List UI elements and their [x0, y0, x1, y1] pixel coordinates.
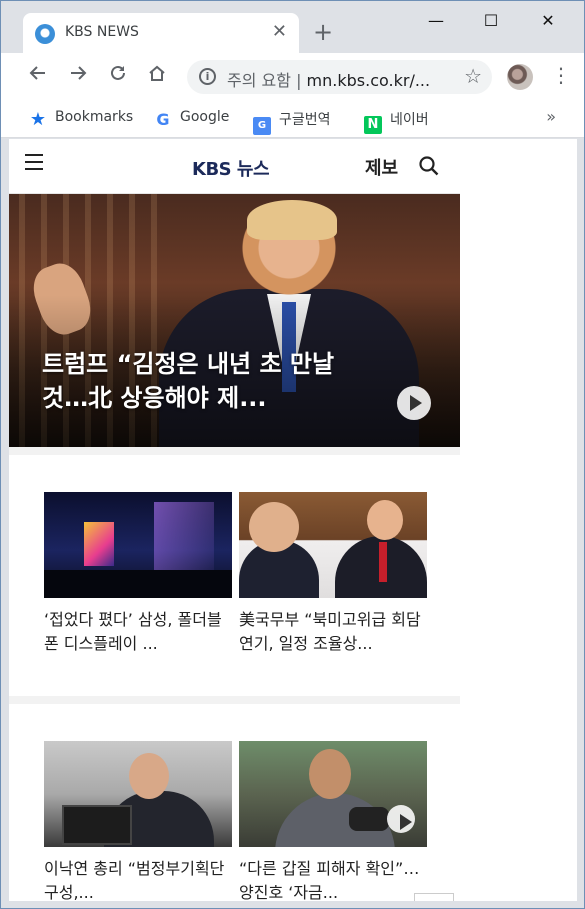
back-icon[interactable] — [25, 63, 51, 89]
thumbnail-detail — [309, 749, 351, 799]
window-close-icon[interactable]: ✕ — [528, 7, 568, 35]
kbs-news-logo[interactable]: KBS 뉴스 — [192, 155, 270, 181]
section-divider — [9, 696, 460, 704]
report-button[interactable]: 제보 — [365, 154, 398, 180]
thumbnail-detail — [129, 753, 169, 799]
page-viewport: KBS 뉴스 제보 트럼프 “김정은 내년 초 만날 것…北 상응해야 제... — [9, 139, 577, 901]
url-text: mn.kbs.co.kr/... — [306, 71, 431, 90]
logo-suffix: 뉴스 — [236, 159, 270, 180]
profile-avatar[interactable] — [507, 64, 533, 90]
google-translate-icon: G — [253, 117, 271, 135]
news-card-title[interactable]: ‘접었다 폈다’ 삼성, 폴더블폰 디스플레이 ... — [44, 608, 232, 656]
address-text[interactable]: 주의 요함 | mn.kbs.co.kr/... — [227, 67, 462, 91]
browser-window: KBS NEWS ✕ + — ☐ ✕ i 주의 요함 | mn.kbs.co.k… — [0, 0, 585, 909]
star-icon: ★ — [29, 109, 47, 130]
hamburger-menu-icon[interactable] — [25, 154, 43, 170]
google-icon: G — [156, 110, 170, 129]
bookmark-label: 네이버 — [390, 112, 429, 128]
bookmarks-bar: ★ Bookmarks G Google G 구글번역 N 네이버 » — [1, 100, 584, 138]
news-card[interactable]: 이낙연 총리 “범정부기획단 구성,... — [44, 741, 232, 901]
news-thumbnail[interactable] — [239, 741, 427, 847]
thumbnail-detail — [62, 805, 132, 845]
section-divider — [9, 447, 460, 455]
thumbnail-detail — [249, 502, 299, 552]
forward-icon[interactable] — [65, 63, 91, 89]
play-icon[interactable] — [387, 805, 415, 833]
home-icon[interactable] — [144, 63, 170, 89]
news-card-title[interactable]: 이낙연 총리 “범정부기획단 구성,... — [44, 857, 232, 901]
bookmarks-overflow-icon[interactable]: » — [546, 107, 556, 126]
news-thumbnail[interactable] — [239, 492, 427, 598]
thumbnail-detail — [44, 570, 232, 598]
bookmark-item-bookmarks[interactable]: ★ Bookmarks — [29, 109, 133, 129]
news-thumbnail[interactable] — [44, 492, 232, 598]
thumbnail-detail — [367, 500, 403, 540]
search-icon[interactable] — [419, 156, 439, 176]
url-separator: | — [296, 71, 302, 90]
title-bar: KBS NEWS ✕ + — ☐ ✕ — [1, 1, 584, 53]
address-bar[interactable]: i 주의 요함 | mn.kbs.co.kr/... ☆ — [187, 60, 492, 94]
bookmark-label: Google — [180, 109, 230, 125]
browser-toolbar: i 주의 요함 | mn.kbs.co.kr/... ☆ ⋮ — [1, 53, 584, 100]
bookmark-star-icon[interactable]: ☆ — [464, 64, 482, 88]
page-margin — [460, 139, 577, 901]
thumbnail-detail — [379, 542, 387, 582]
hero-article[interactable]: 트럼프 “김정은 내년 초 만날 것…北 상응해야 제... — [9, 194, 460, 447]
news-card[interactable]: 美국무부 “북미고위급 회담 연기, 일정 조율상... — [239, 492, 427, 656]
logo-brand: KBS — [192, 159, 232, 180]
naver-icon: N — [364, 116, 382, 134]
thumbnail-detail — [84, 522, 114, 566]
minimize-icon[interactable]: — — [416, 7, 456, 35]
news-card[interactable]: ‘접었다 폈다’ 삼성, 폴더블폰 디스플레이 ... — [44, 492, 232, 656]
bookmark-item-google[interactable]: G Google — [154, 109, 229, 129]
news-card-title[interactable]: “다른 갑질 피해자 확인”…양진호 ‘자금... — [239, 857, 427, 901]
maximize-icon[interactable]: ☐ — [471, 7, 511, 35]
bookmark-item-google-translate[interactable]: G 구글번역 — [253, 109, 331, 135]
thumbnail-detail — [349, 807, 389, 831]
tab-title: KBS NEWS — [65, 24, 139, 40]
news-thumbnail[interactable] — [44, 741, 232, 847]
new-tab-icon[interactable]: + — [313, 18, 333, 46]
site-header: KBS 뉴스 제보 — [9, 139, 460, 194]
bookmark-label: 구글번역 — [279, 112, 331, 128]
more-menu-icon[interactable]: ⋮ — [551, 63, 571, 87]
scroll-to-top-button[interactable] — [414, 893, 454, 901]
bookmark-label: Bookmarks — [55, 109, 134, 125]
hero-title[interactable]: 트럼프 “김정은 내년 초 만날 것…北 상응해야 제... — [42, 347, 372, 415]
bookmark-item-naver[interactable]: N 네이버 — [364, 109, 429, 134]
news-card-title[interactable]: 美국무부 “북미고위급 회담 연기, 일정 조율상... — [239, 608, 427, 656]
info-icon[interactable]: i — [199, 68, 216, 85]
news-card[interactable]: “다른 갑질 피해자 확인”…양진호 ‘자금... — [239, 741, 427, 901]
kbs-favicon-icon — [35, 24, 55, 44]
reload-icon[interactable] — [105, 63, 131, 89]
security-label: 주의 요함 — [227, 71, 291, 90]
tab-close-icon[interactable]: ✕ — [272, 21, 287, 42]
play-icon[interactable] — [397, 386, 431, 420]
browser-tab[interactable]: KBS NEWS ✕ — [23, 13, 299, 53]
